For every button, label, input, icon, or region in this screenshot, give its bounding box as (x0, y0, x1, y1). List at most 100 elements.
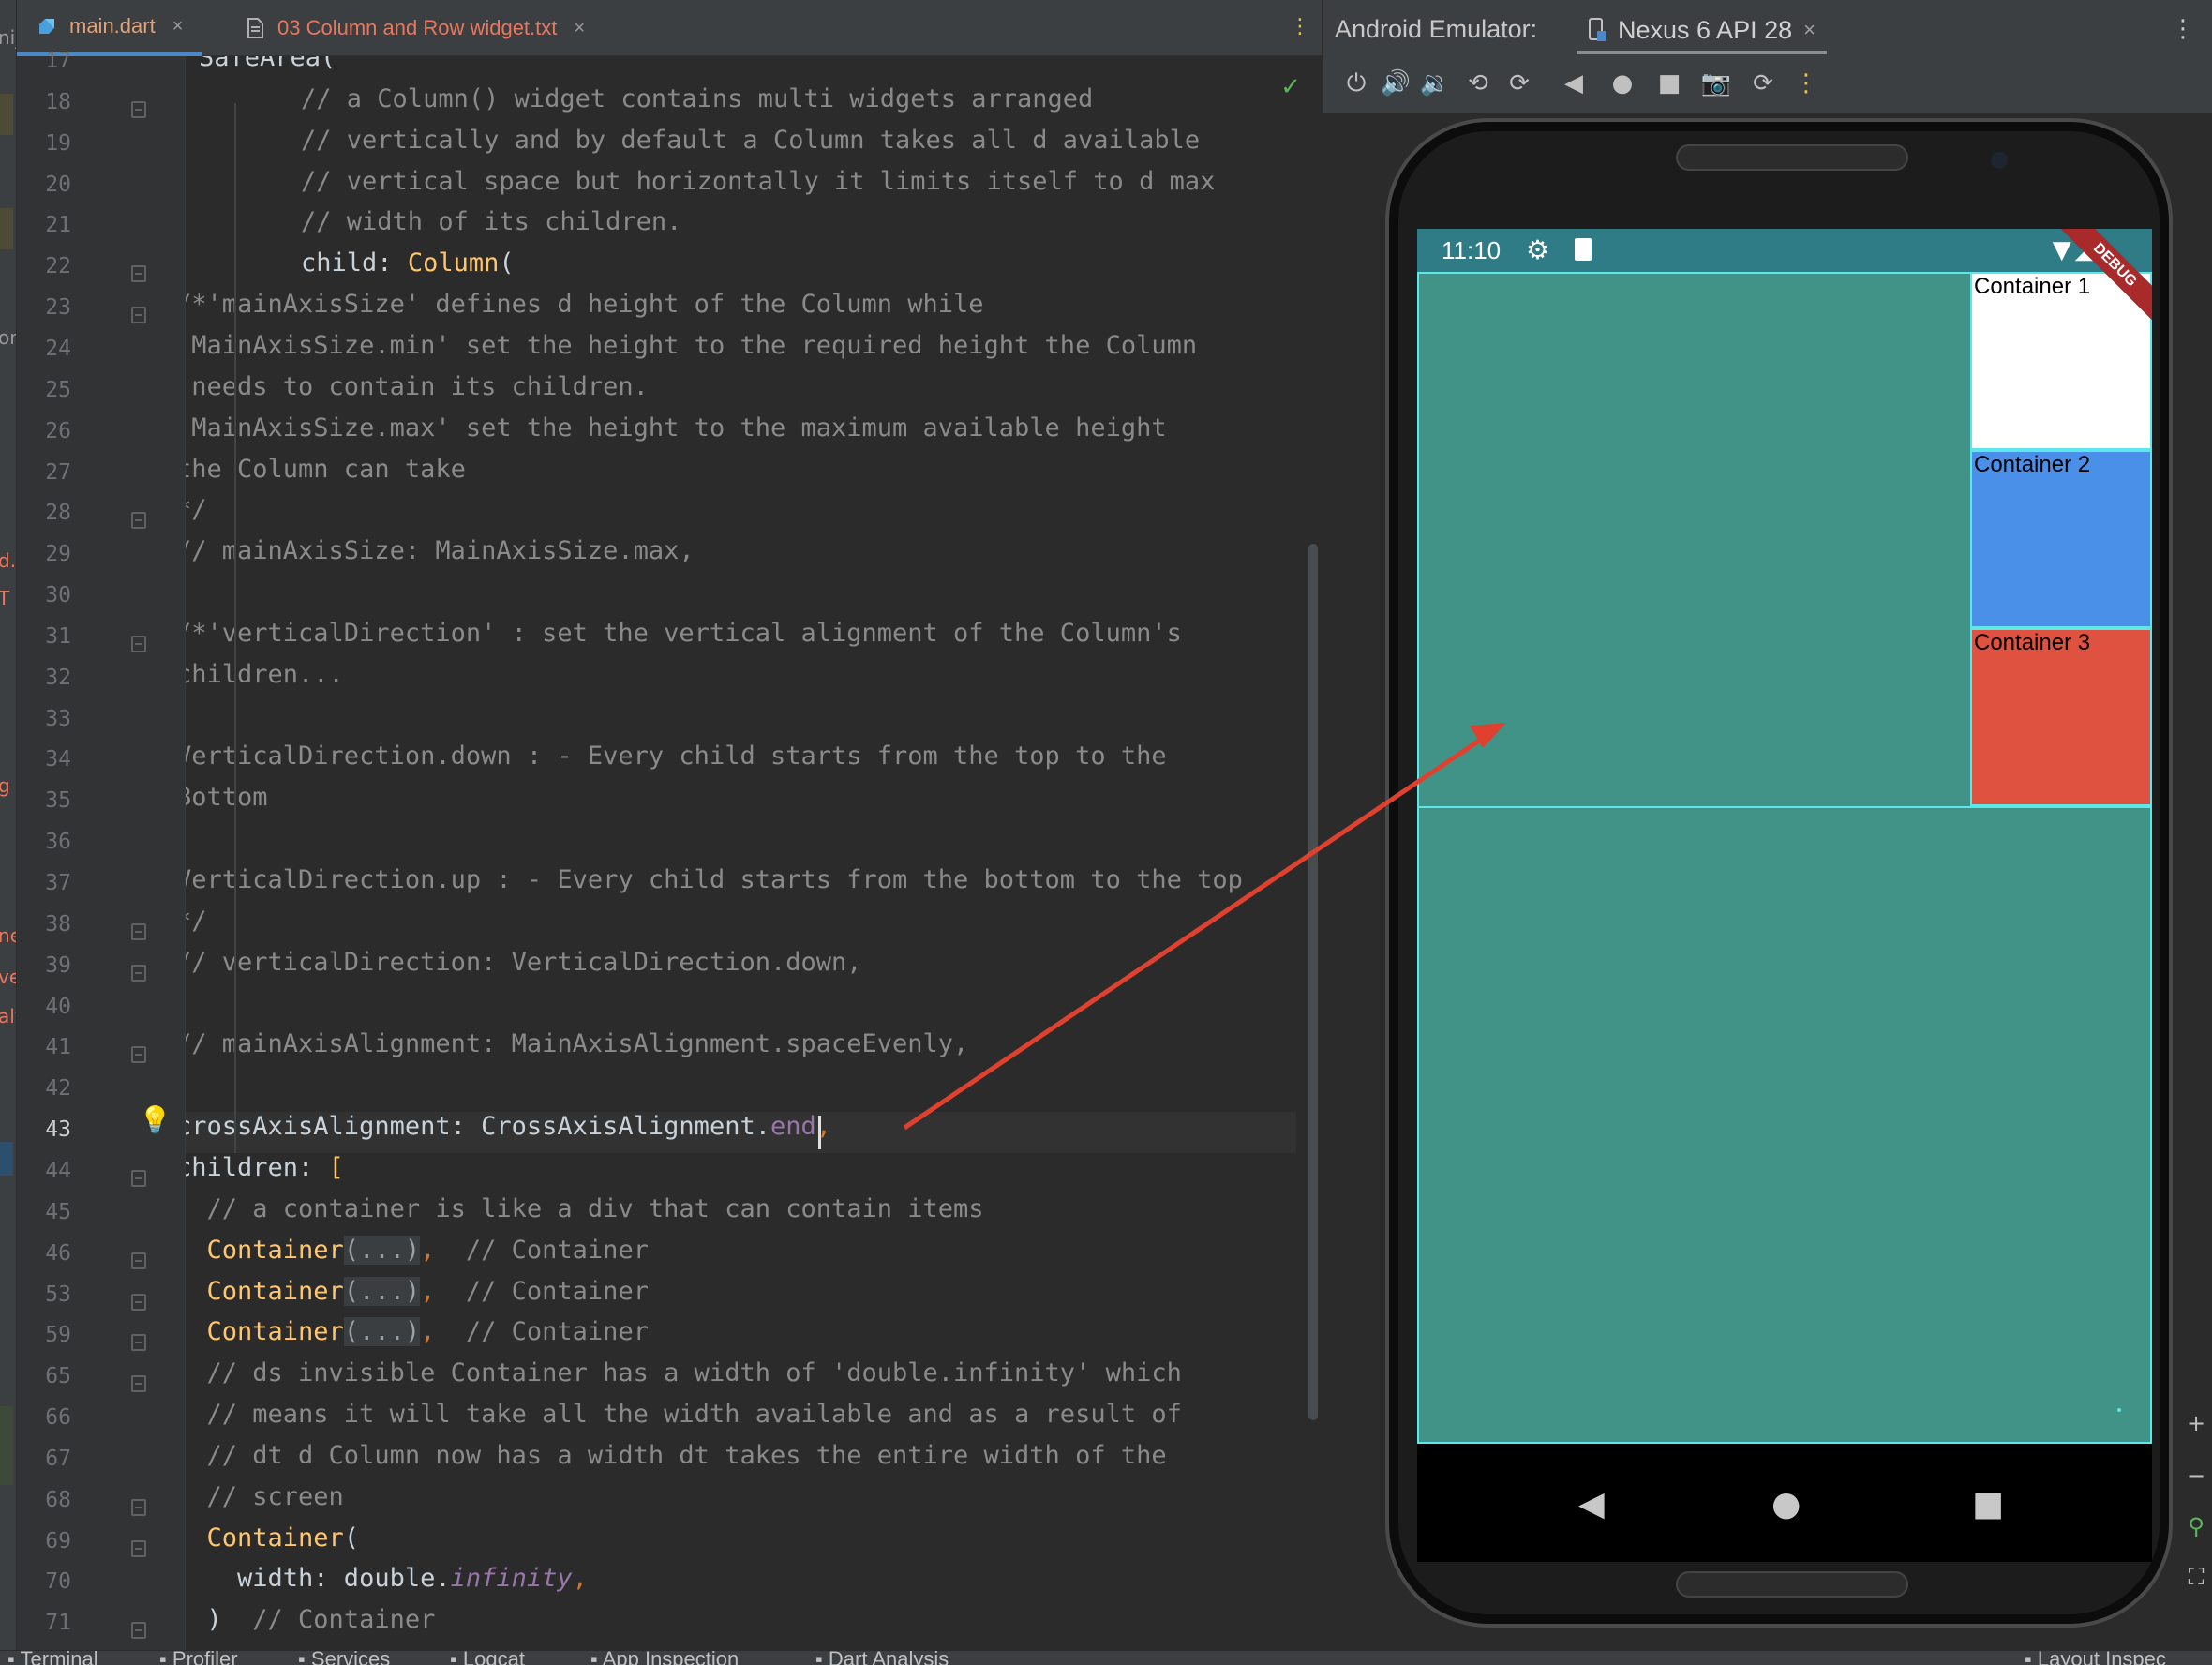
code-line[interactable]: children: [ (186, 1153, 344, 1194)
code-area[interactable]: SafeArea( // a Column() widget contains … (186, 56, 1306, 1650)
fold-marker-icon[interactable] (131, 1293, 146, 1311)
tab-main-dart[interactable]: main.dart × (17, 0, 202, 56)
lightbulb-icon[interactable]: 💡 (139, 1104, 172, 1135)
code-line[interactable]: Container(...), // Container (186, 1235, 649, 1277)
rotate-left-icon[interactable]: ⟲ (1462, 68, 1494, 99)
code-line[interactable]: Bottom (186, 783, 268, 824)
tab-nexus-6[interactable]: Nexus 6 API 28 × (1577, 9, 1827, 54)
fold-marker-icon[interactable] (131, 1046, 146, 1064)
fold-marker-icon[interactable] (131, 100, 146, 118)
screenshot-icon[interactable]: 📷 (1700, 68, 1732, 99)
snapshot-icon[interactable]: ⟳ (1747, 68, 1779, 99)
fold-marker-icon[interactable] (131, 1622, 146, 1640)
code-line[interactable]: Container(...), // Container (186, 1276, 649, 1318)
code-line[interactable]: // dt d Column now has a width dt takes … (186, 1441, 1167, 1482)
back-icon[interactable]: ◀ (1558, 68, 1590, 99)
code-line[interactable]: // a Column() widget contains multi widg… (186, 84, 1093, 126)
code-line[interactable]: needs to contain its children. (186, 372, 649, 413)
editor-scrollbar[interactable] (1308, 544, 1318, 1420)
tool-window-profiler[interactable]: ▪ Profiler (159, 1651, 238, 1665)
strip-fragment: aly (0, 1005, 16, 1028)
code-line[interactable]: // verticalDirection: VerticalDirection.… (186, 948, 862, 989)
line-number: 23 (45, 295, 71, 321)
code-token: // Container (435, 1317, 649, 1347)
tool-window-app-inspection[interactable]: ▪ App Inspection (590, 1651, 739, 1665)
line-number: 32 (45, 665, 71, 690)
code-line[interactable]: // ds invisible Container has a width of… (186, 1358, 1182, 1400)
code-line[interactable]: /*'mainAxisSize' defines d height of the… (186, 290, 984, 331)
volume-down-icon[interactable]: 🔉 (1419, 68, 1451, 99)
fold-marker-icon[interactable] (131, 1539, 146, 1557)
more-icon[interactable]: ⋮ (1790, 68, 1822, 99)
code-line[interactable]: // vertical space but horizontally it li… (186, 167, 1215, 208)
line-gutter: 17 18 19 20 21 22 23 24 25 26 27 28 29 30 31 32 33 34 35 36… (17, 49, 186, 1650)
volume-up-icon[interactable]: 🔊 (1380, 68, 1412, 99)
fold-marker-icon[interactable] (131, 265, 146, 283)
code-line[interactable]: */ (186, 907, 207, 948)
code-line[interactable]: // width of its children. (186, 207, 681, 248)
line-number: 33 (45, 706, 71, 731)
fold-marker-icon[interactable] (131, 1169, 146, 1187)
code-text: children... (186, 660, 344, 689)
code-line[interactable]: /*'verticalDirection' : set the vertical… (186, 619, 1182, 660)
tab-column-row-txt[interactable]: 03 Column and Row widget.txt × (225, 0, 604, 56)
zoom-fit-icon[interactable]: ⚲ (2182, 1513, 2210, 1545)
fold-marker-icon[interactable] (131, 1375, 146, 1393)
tool-window-layout-inspector[interactable]: ▪ Layout Inspec (2025, 1651, 2166, 1665)
fold-marker-icon[interactable] (131, 1334, 146, 1352)
nav-home-icon[interactable]: ● (1771, 1485, 1801, 1523)
code-line[interactable]: SafeArea( (186, 56, 336, 84)
code-line[interactable]: // a container is like a div that can co… (186, 1194, 984, 1236)
code-line[interactable]: ) // Container (186, 1605, 436, 1646)
overview-icon[interactable]: ■ (1653, 68, 1685, 99)
tool-window-services[interactable]: ▪ Services (298, 1651, 390, 1665)
home-icon[interactable]: ● (1607, 68, 1638, 99)
fold-marker-icon[interactable] (131, 635, 146, 652)
code-line[interactable]: VerticalDirection.up : - Every child sta… (186, 865, 1243, 907)
code-line[interactable]: // screen (186, 1482, 344, 1523)
code-line[interactable]: */ (186, 495, 207, 536)
tab-options-icon[interactable]: ⋮ (1290, 15, 1310, 38)
rotate-right-icon[interactable]: ⟳ (1503, 68, 1535, 99)
code-line[interactable]: the Column can take (186, 455, 466, 496)
fit-screen-icon[interactable]: ⛶ (2182, 1564, 2210, 1596)
close-icon[interactable]: × (574, 18, 585, 39)
code-line[interactable]: 'MainAxisSize.max' set the height to the… (186, 413, 1167, 455)
phone-screen[interactable]: 11:10 ⚙ ▼◢▮ Container 1 Container 2 Cont… (1417, 229, 2152, 1562)
code-line[interactable]: // means it will take all the width avai… (186, 1400, 1182, 1441)
code-line[interactable]: width: double.infinity, (186, 1564, 588, 1605)
fold-marker-icon[interactable] (131, 922, 146, 940)
tool-window-dart-analysis[interactable]: ▪ Dart Analysis (815, 1651, 949, 1665)
tool-window-logcat[interactable]: ▪ Logcat (450, 1651, 525, 1665)
fold-marker-icon[interactable] (131, 1498, 146, 1516)
close-icon[interactable]: × (1803, 18, 1816, 42)
fold-marker-icon[interactable] (131, 512, 146, 530)
strip-highlight (0, 208, 13, 249)
code-line[interactable]: children... (186, 660, 344, 701)
zoom-out-icon[interactable]: − (2182, 1462, 2210, 1494)
code-line[interactable]: // vertically and by default a Column ta… (186, 126, 1200, 167)
close-icon[interactable]: × (172, 16, 184, 38)
code-line[interactable]: // mainAxisSize: MainAxisSize.max, (186, 536, 695, 578)
fold-marker-icon[interactable] (131, 964, 146, 982)
device-icon (1589, 18, 1606, 41)
zoom-in-icon[interactable]: + (2182, 1410, 2210, 1442)
code-token: ) (206, 1605, 222, 1635)
code-line[interactable]: Container( (186, 1523, 360, 1565)
code-line[interactable]: 'MainAxisSize.min' set the height to the… (186, 331, 1197, 372)
emulator-options-icon[interactable]: ⋮ (2171, 15, 2195, 43)
code-line[interactable]: VerticalDirection.down : - Every child s… (186, 742, 1167, 783)
tool-window-terminal[interactable]: ▪ Terminal (7, 1651, 98, 1665)
fold-marker-icon[interactable] (131, 1252, 146, 1269)
code-editor[interactable]: 17 18 19 20 21 22 23 24 25 26 27 28 29 30 31 32 33 34 35 36… (17, 49, 1322, 1650)
sd-card-icon (1575, 238, 1592, 261)
nav-recents-icon[interactable]: ■ (1972, 1485, 2004, 1523)
power-icon[interactable]: ⏻ (1340, 68, 1372, 99)
flutter-app-body[interactable]: Container 1 Container 2 Container 3 (1417, 272, 2152, 1444)
code-token: // a Column() widget contains multi widg… (240, 83, 1094, 113)
code-line[interactable]: // mainAxisAlignment: MainAxisAlignment.… (186, 1029, 968, 1071)
fold-marker-icon[interactable] (131, 307, 146, 324)
nav-back-icon[interactable]: ◀ (1578, 1485, 1605, 1523)
code-line[interactable]: Container(...), // Container (186, 1317, 649, 1358)
code-line[interactable]: crossAxisAlignment: CrossAxisAlignment.e… (186, 1112, 1296, 1154)
